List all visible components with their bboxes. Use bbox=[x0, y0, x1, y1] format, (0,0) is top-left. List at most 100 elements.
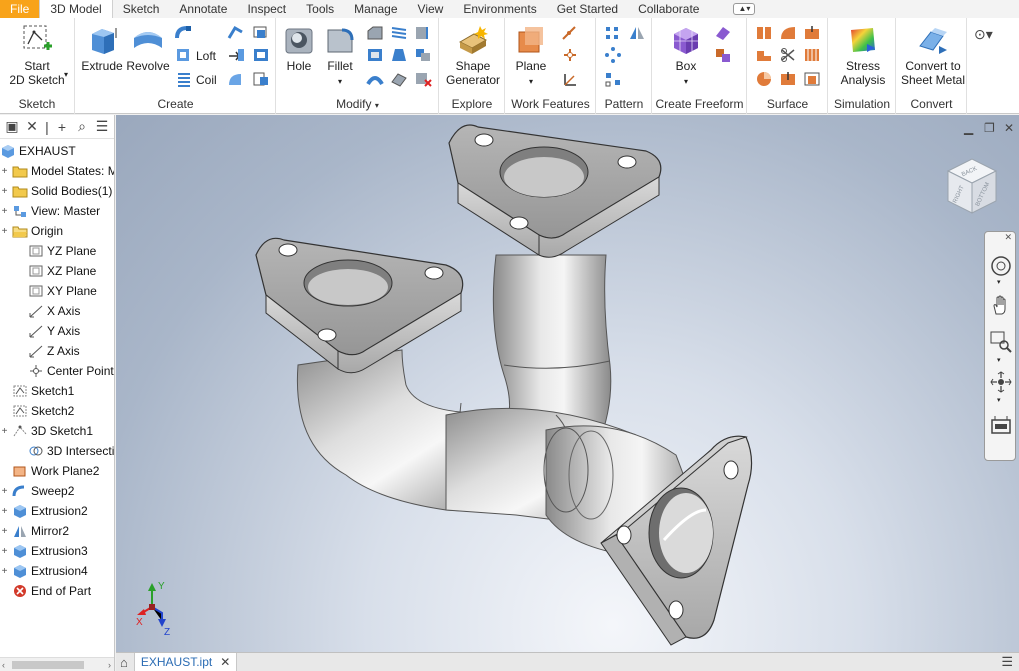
search-icon[interactable]: ⌕ bbox=[72, 118, 92, 135]
plane-button[interactable]: Plane ▾ bbox=[508, 24, 554, 89]
work-point-icon[interactable] bbox=[560, 46, 580, 64]
ruled-surface-icon[interactable] bbox=[802, 46, 822, 64]
tree-item[interactable]: + View: Master bbox=[0, 201, 101, 221]
tree-item[interactable]: Z Axis bbox=[0, 341, 80, 361]
patch-icon[interactable] bbox=[778, 24, 798, 42]
tab-annotate[interactable]: Annotate bbox=[169, 0, 237, 18]
start-2d-sketch-button[interactable]: Start 2D Sketch bbox=[6, 22, 68, 87]
delete-face-icon[interactable] bbox=[413, 70, 433, 88]
close-icon[interactable]: ✕ bbox=[220, 655, 230, 669]
unwrap-icon[interactable] bbox=[226, 70, 246, 88]
convert-freeform-icon[interactable] bbox=[713, 46, 733, 64]
sketch-pattern-icon[interactable] bbox=[603, 70, 623, 88]
work-axis-icon[interactable] bbox=[560, 24, 580, 42]
ucs-icon[interactable] bbox=[560, 70, 580, 88]
tree-item[interactable]: + Mirror2 bbox=[0, 521, 69, 541]
tab-get-started[interactable]: Get Started bbox=[547, 0, 628, 18]
tree-item[interactable]: + Extrusion4 bbox=[0, 561, 88, 581]
home-icon[interactable]: ⌂ bbox=[120, 655, 128, 670]
tree-root[interactable]: EXHAUST bbox=[0, 141, 76, 161]
tab-file[interactable]: File bbox=[0, 0, 40, 18]
expand-icon[interactable]: + bbox=[0, 546, 9, 557]
tab-sketch[interactable]: Sketch bbox=[113, 0, 170, 18]
expand-icon[interactable]: + bbox=[0, 566, 9, 577]
expand-icon[interactable]: + bbox=[0, 526, 9, 537]
shell-icon[interactable] bbox=[365, 46, 385, 64]
expand-icon[interactable]: + bbox=[0, 226, 9, 237]
expand-icon[interactable]: + bbox=[0, 486, 9, 497]
tree-item[interactable]: X Axis bbox=[0, 301, 80, 321]
boundary-patch-icon[interactable] bbox=[754, 70, 774, 88]
hole-button[interactable]: Hole bbox=[279, 24, 319, 73]
ribbon-options-dropdown[interactable]: ⊙▾ bbox=[974, 26, 993, 43]
add-icon[interactable]: + bbox=[52, 119, 72, 135]
tree-item[interactable]: XY Plane bbox=[0, 281, 97, 301]
tab-manage[interactable]: Manage bbox=[344, 0, 407, 18]
freeform-box-button[interactable]: Box ▾ bbox=[659, 24, 713, 89]
document-tab-exhaust[interactable]: EXHAUST.ipt ✕ bbox=[133, 652, 238, 671]
import-icon[interactable] bbox=[251, 70, 271, 88]
loft-icon[interactable] bbox=[174, 46, 194, 64]
draft-icon[interactable] bbox=[389, 46, 409, 64]
expand-icon[interactable]: + bbox=[0, 166, 9, 177]
chevron-down-icon[interactable]: ▾ bbox=[64, 70, 68, 79]
decal-icon[interactable] bbox=[251, 46, 271, 64]
fit-mesh-face-icon[interactable] bbox=[802, 70, 822, 88]
sweep-icon[interactable] bbox=[174, 24, 194, 42]
hamburger-menu-icon[interactable]: ☰ bbox=[92, 118, 112, 135]
tree-item[interactable]: + Solid Bodies(1) bbox=[0, 181, 113, 201]
revolve-button[interactable]: Revolve bbox=[126, 24, 170, 73]
extrude-button[interactable]: Extrude bbox=[80, 24, 124, 73]
tree-item[interactable]: +3D Sketch1 bbox=[0, 421, 93, 441]
exhaust-model[interactable] bbox=[116, 115, 1019, 652]
tree-item[interactable]: + Extrusion2 bbox=[0, 501, 88, 521]
tree-item[interactable]: XZ Plane bbox=[0, 261, 96, 281]
ribbon-display-toggle[interactable]: ▲▾ bbox=[733, 3, 756, 15]
tree-item[interactable]: + Extrusion3 bbox=[0, 541, 88, 561]
extend-icon[interactable] bbox=[754, 46, 774, 64]
tab-inspect[interactable]: Inspect bbox=[237, 0, 296, 18]
expand-icon[interactable]: + bbox=[0, 206, 9, 217]
convert-to-sheet-metal-button[interactable]: Convert to Sheet Metal bbox=[899, 24, 967, 87]
tree-item[interactable]: Sketch2 bbox=[0, 401, 74, 421]
tree-item[interactable]: Sketch1 bbox=[0, 381, 74, 401]
tab-tools[interactable]: Tools bbox=[296, 0, 344, 18]
tree-item[interactable]: Center Point bbox=[0, 361, 114, 381]
mirror-icon[interactable] bbox=[627, 24, 647, 42]
tree-item[interactable]: + Model States: Ma bbox=[0, 161, 114, 181]
rectangular-pattern-icon[interactable] bbox=[603, 24, 623, 42]
tree-item[interactable]: + Sweep2 bbox=[0, 481, 75, 501]
tab-environments[interactable]: Environments bbox=[453, 0, 546, 18]
chamfer-icon[interactable] bbox=[365, 24, 385, 42]
trim-icon[interactable] bbox=[778, 46, 798, 64]
coil-label[interactable]: Coil bbox=[196, 73, 217, 87]
tab-3d-model[interactable]: 3D Model bbox=[39, 0, 113, 18]
thread-icon[interactable] bbox=[389, 24, 409, 42]
stress-analysis-button[interactable]: Stress Analysis bbox=[831, 24, 895, 87]
repair-bodies-icon[interactable] bbox=[778, 70, 798, 88]
browser-menu-icon[interactable]: ▣ bbox=[2, 118, 22, 135]
tree-item[interactable]: Y Axis bbox=[0, 321, 80, 341]
coil-icon[interactable] bbox=[174, 70, 194, 88]
tree-item[interactable]: YZ Plane bbox=[0, 241, 96, 261]
loft-label[interactable]: Loft bbox=[196, 49, 216, 63]
tree-item[interactable]: End of Part bbox=[0, 581, 91, 601]
expand-icon[interactable]: + bbox=[0, 186, 9, 197]
rib-icon[interactable] bbox=[226, 24, 246, 42]
tree-item[interactable]: 3D Intersectio bbox=[0, 441, 114, 461]
stitch-icon[interactable] bbox=[754, 24, 774, 42]
combine-icon[interactable] bbox=[413, 46, 433, 64]
emboss-icon[interactable] bbox=[251, 24, 271, 42]
expand-icon[interactable]: + bbox=[0, 506, 9, 517]
sculpt-icon[interactable] bbox=[802, 24, 822, 42]
close-icon[interactable]: ✕ bbox=[22, 118, 42, 135]
tab-collaborate[interactable]: Collaborate bbox=[628, 0, 709, 18]
thicken-icon[interactable] bbox=[365, 70, 385, 88]
circular-pattern-icon[interactable] bbox=[603, 46, 623, 64]
tree-item[interactable]: Work Plane2 bbox=[0, 461, 99, 481]
fillet-button[interactable]: Fillet ▾ bbox=[321, 24, 359, 89]
scroll-left-icon[interactable]: ‹ bbox=[2, 658, 5, 671]
freeform-face-icon[interactable] bbox=[713, 24, 733, 42]
browser-horizontal-scrollbar[interactable]: ‹ › bbox=[0, 657, 114, 671]
tree-item[interactable]: + Origin bbox=[0, 221, 63, 241]
